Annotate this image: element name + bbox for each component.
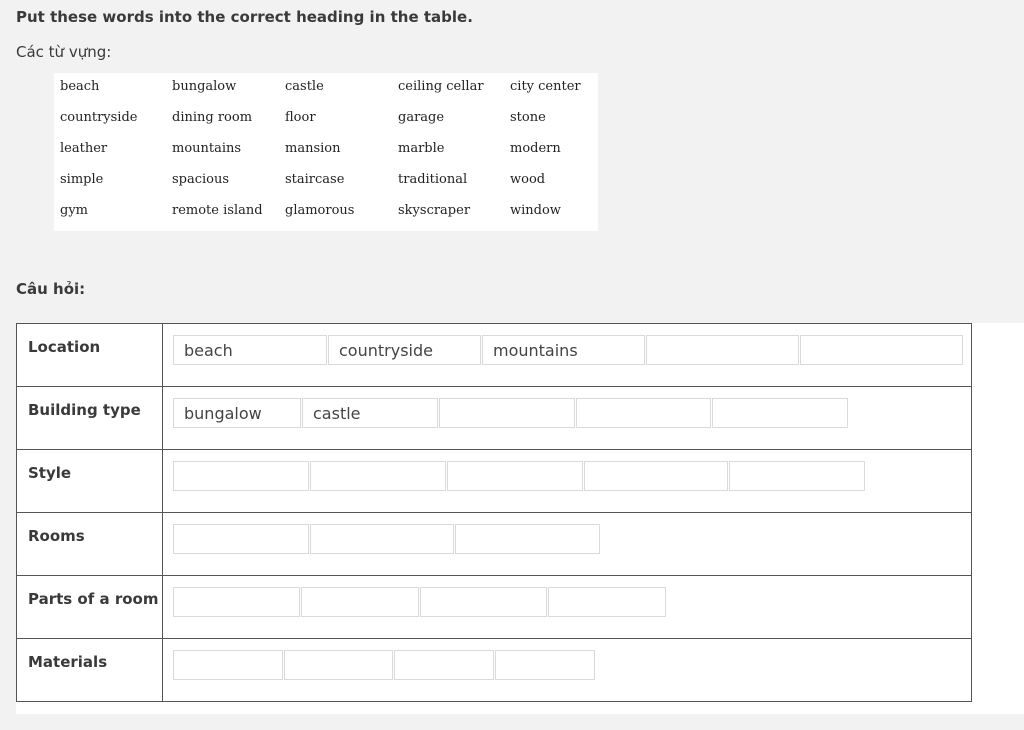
vocab-word: gym	[60, 203, 88, 218]
answer-drop-box[interactable]	[439, 398, 575, 428]
answer-drop-box[interactable]	[800, 335, 963, 365]
row-heading: Rooms	[16, 512, 163, 576]
answer-drop-box[interactable]	[284, 650, 393, 680]
row-heading: Location	[16, 323, 163, 387]
vocab-word: stone	[510, 110, 546, 125]
vocab-word: window	[510, 203, 561, 218]
vocab-word: simple	[60, 172, 104, 187]
answer-drop-box[interactable]	[420, 587, 547, 617]
vocab-word: dining room	[172, 110, 253, 125]
row-heading: Building type	[16, 386, 163, 450]
answer-boxes-cell: bungalow castle	[162, 386, 972, 450]
answer-drop-box[interactable]	[173, 650, 283, 680]
vocab-word: floor	[285, 110, 316, 125]
table-row: Rooms	[16, 512, 972, 576]
instruction-text: Put these words into the correct heading…	[16, 8, 473, 26]
table-row: Parts of a room	[16, 575, 972, 639]
answer-boxes-cell	[162, 638, 972, 702]
vocab-word: modern	[510, 141, 561, 156]
row-heading: Style	[16, 449, 163, 513]
answer-drop-box[interactable]: mountains	[482, 335, 645, 365]
vocab-word: bungalow	[172, 79, 237, 94]
vocab-word: city center	[510, 79, 581, 94]
vocab-word: skyscraper	[398, 203, 471, 218]
vocab-word: remote island	[172, 203, 263, 218]
answer-drop-box[interactable]	[576, 398, 711, 428]
answer-drop-box[interactable]	[310, 524, 454, 554]
answer-drop-box[interactable]: bungalow	[173, 398, 301, 428]
vocab-word: garage	[398, 110, 445, 125]
answer-drop-box[interactable]	[712, 398, 848, 428]
vocab-word: ceiling cellar	[398, 79, 484, 94]
answer-drop-box[interactable]	[173, 587, 300, 617]
vocab-title: Các từ vựng:	[16, 43, 112, 61]
answer-drop-box[interactable]: castle	[302, 398, 438, 428]
answer-drop-box[interactable]: countryside	[328, 335, 481, 365]
answer-boxes-cell	[162, 512, 972, 576]
vocab-grid: beach bungalow castle ceiling cellar city ce…	[60, 77, 622, 232]
vocab-word: staircase	[285, 172, 345, 187]
vocab-word: beach	[60, 79, 100, 94]
table-row: Materials	[16, 638, 972, 702]
answer-drop-box[interactable]	[646, 335, 799, 365]
vocab-word: spacious	[172, 172, 230, 187]
table-row: Location beach countryside mountains	[16, 323, 972, 387]
vocab-word: glamorous	[285, 203, 355, 218]
question-title: Câu hỏi:	[16, 280, 86, 298]
answer-drop-box[interactable]	[173, 461, 309, 491]
answer-drop-box[interactable]	[729, 461, 865, 491]
answer-drop-box[interactable]: beach	[173, 335, 327, 365]
answer-boxes-cell	[162, 449, 972, 513]
answer-boxes-cell: beach countryside mountains	[162, 323, 972, 387]
vocab-word: wood	[510, 172, 546, 187]
row-heading: Materials	[16, 638, 163, 702]
answer-drop-box[interactable]	[584, 461, 728, 491]
table-row: Building type bungalow castle	[16, 386, 972, 450]
answer-drop-box[interactable]	[495, 650, 595, 680]
answer-drop-box[interactable]	[310, 461, 446, 491]
answer-boxes-cell	[162, 575, 972, 639]
answer-drop-box[interactable]	[455, 524, 600, 554]
answer-panel: Location beach countryside mountains Buildin…	[16, 323, 1024, 714]
vocab-word: countryside	[60, 110, 138, 125]
answer-table: Location beach countryside mountains Buildin…	[16, 323, 972, 702]
answer-drop-box[interactable]	[548, 587, 666, 617]
vocab-word-bank: beach bungalow castle ceiling cellar city ce…	[54, 73, 598, 231]
vocab-word: castle	[285, 79, 324, 94]
answer-drop-box[interactable]	[394, 650, 494, 680]
answer-drop-box[interactable]	[173, 524, 309, 554]
vocab-word: mountains	[172, 141, 242, 156]
table-row: Style	[16, 449, 972, 513]
answer-drop-box[interactable]	[301, 587, 419, 617]
row-heading: Parts of a room	[16, 575, 163, 639]
answer-drop-box[interactable]	[447, 461, 583, 491]
vocab-word: traditional	[398, 172, 468, 187]
vocab-word: mansion	[285, 141, 341, 156]
vocab-word: leather	[60, 141, 108, 156]
vocab-word: marble	[398, 141, 445, 156]
